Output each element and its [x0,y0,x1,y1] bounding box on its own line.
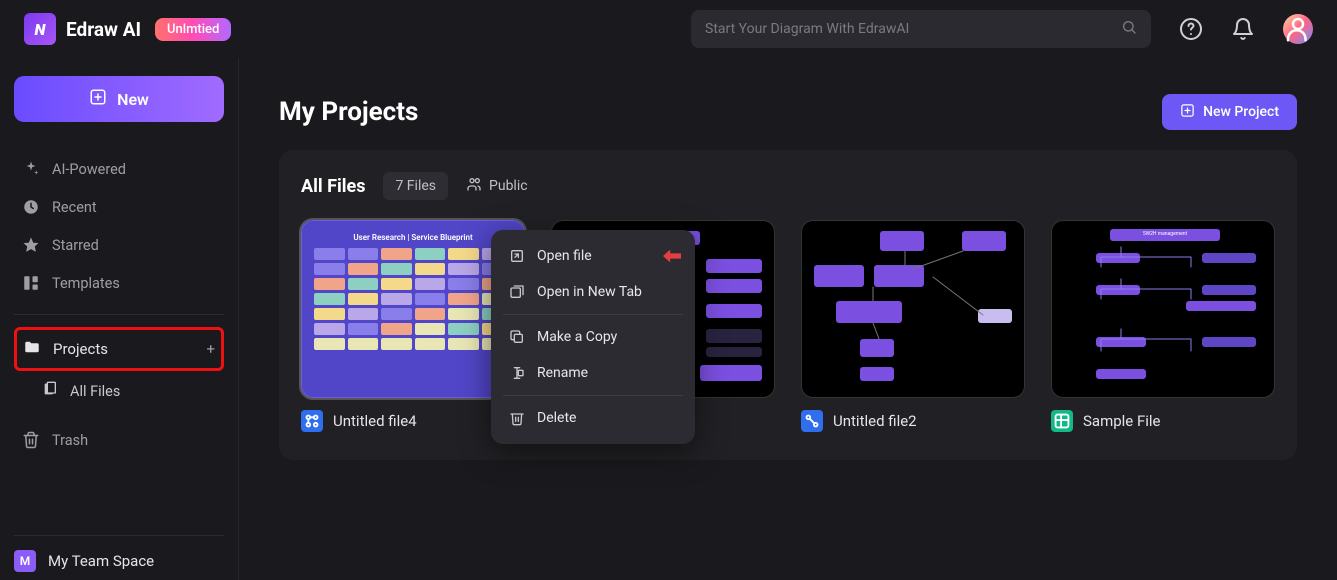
app-title: Edraw AI [66,18,141,41]
notifications-icon[interactable] [1231,17,1255,41]
menu-open-file[interactable]: Open file [491,238,695,274]
folder-icon [23,338,41,360]
file-name: Sample File [1083,412,1161,430]
sparkle-icon [22,160,40,178]
file-type-icon [801,410,823,432]
sidebar-item-starred[interactable]: Starred [14,226,224,264]
sidebar-item-trash[interactable]: Trash [14,421,224,459]
menu-open-new-tab[interactable]: Open in New Tab [491,274,695,310]
file-card[interactable]: 5W2H management [1051,220,1275,432]
new-button[interactable]: New [14,76,224,122]
trash-icon [22,431,40,449]
page-title: My Projects [279,97,418,127]
sidebar-item-all-files[interactable]: All Files [14,371,224,411]
file-type-icon [1051,410,1073,432]
files-icon [42,381,58,401]
add-project-icon[interactable]: + [206,340,215,358]
sidebar: New AI-Powered Recent Starred Templates … [0,58,239,580]
projects-panel: All Files 7 Files Public ••• User Resear… [279,150,1297,460]
rename-icon [509,365,525,381]
menu-make-copy[interactable]: Make a Copy [491,319,695,355]
team-space[interactable]: M My Team Space [14,535,224,572]
app-header: N Edraw AI Unlmtied Start Your Diagram W… [0,0,1337,58]
new-button-label: New [117,90,149,109]
new-tab-icon [509,284,525,300]
menu-rename[interactable]: Rename [491,355,695,391]
file-name: Untitled file4 [333,412,417,430]
file-type-icon [301,410,323,432]
divider [503,314,683,315]
tab-public[interactable]: Public [466,176,528,196]
search-icon [1121,19,1137,39]
divider [14,314,224,315]
app-logo: N [24,13,56,45]
new-project-button[interactable]: New Project [1162,94,1297,130]
copy-icon [509,329,525,345]
sidebar-item-templates[interactable]: Templates [14,264,224,302]
avatar[interactable] [1283,14,1313,44]
main-content: My Projects New Project All Files 7 File… [239,58,1337,580]
file-name: Untitled file2 [833,412,917,430]
open-icon [509,248,525,264]
file-count: 7 Files [383,172,448,200]
pointer-icon [663,250,681,263]
file-thumbnail [801,220,1025,398]
sidebar-item-projects[interactable]: Projects + [14,327,224,371]
templates-icon [22,274,40,292]
team-badge: M [14,550,36,572]
menu-delete[interactable]: Delete [491,400,695,436]
star-icon [22,236,40,254]
delete-icon [509,410,525,426]
tab-all-files[interactable]: All Files [301,176,365,197]
search-placeholder: Start Your Diagram With EdrawAI [705,21,909,37]
clock-icon [22,198,40,216]
help-icon[interactable] [1179,17,1203,41]
plan-badge: Unlmtied [155,18,231,41]
plus-icon [89,88,107,110]
sidebar-item-recent[interactable]: Recent [14,188,224,226]
public-icon [466,176,482,196]
tabs: All Files 7 Files Public [301,172,1275,200]
search-input[interactable]: Start Your Diagram With EdrawAI [691,10,1151,48]
divider [503,395,683,396]
context-menu: Open file Open in New Tab Make a Copy [491,230,695,444]
file-thumbnail: 5W2H management [1051,220,1275,398]
file-card[interactable]: Untitled file2 [801,220,1025,432]
sidebar-item-ai[interactable]: AI-Powered [14,150,224,188]
plus-icon [1180,103,1195,122]
